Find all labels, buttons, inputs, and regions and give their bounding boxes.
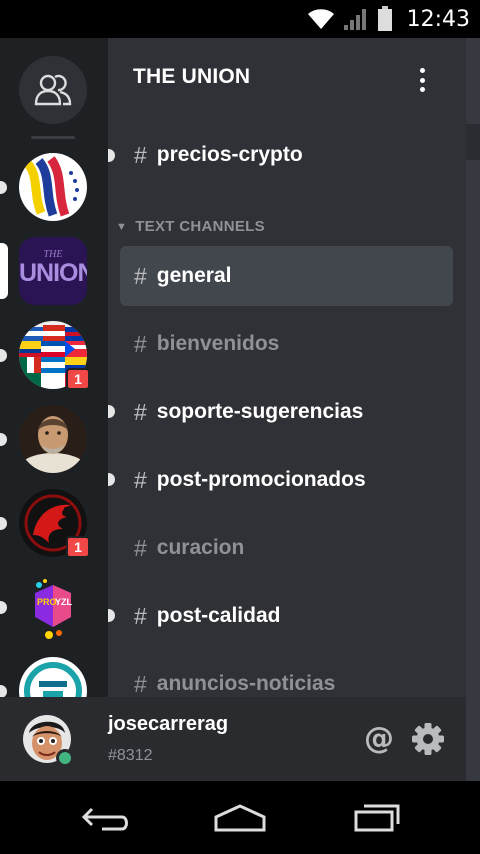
unread-indicator [0,601,7,614]
notification-badge: 1 [66,368,90,390]
hash-icon: # [134,670,147,697]
unread-indicator [0,433,7,446]
hash-icon: # [134,262,147,289]
guild-logo-text: UNION [19,259,87,287]
gear-icon [412,723,444,755]
username: josecarrerag [108,713,229,735]
channel-post-calidad[interactable]: # post-calidad [120,586,453,646]
channel-name: bienvenidos [156,332,280,355]
settings-button[interactable] [410,721,446,757]
guild-venezuela-flag[interactable] [19,153,87,221]
channel-name: curacion [156,536,245,559]
main-view-header-edge [466,124,480,160]
channel-curacion[interactable]: # curacion [120,518,453,578]
category-text-channels[interactable]: ▼ TEXT CHANNELS [116,218,265,235]
channel-name: soporte-sugerencias [156,400,364,423]
home-button[interactable] [210,801,270,835]
home-icon [214,804,266,832]
chevron-down-icon: ▼ [116,220,128,233]
proyzl-logo-icon [35,579,71,639]
clock: 12:43 [406,6,470,32]
channel-panel: THE UNION # precios-crypto ▼ TEXT CHANNE… [108,38,466,697]
battery-icon [377,6,392,31]
selected-guild-indicator [0,243,8,299]
guild-rail: THE UNION 1 1 PRO YZL [0,38,108,697]
guild-the-union[interactable]: THE UNION [19,237,87,305]
channel-name: post-calidad [156,604,281,627]
venezuela-flag-icon [19,153,87,221]
guild-portrait[interactable] [19,405,87,473]
category-label: TEXT CHANNELS [135,218,265,235]
hash-icon: # [134,398,147,425]
channel-name: general [156,264,232,287]
user-discriminator: #8312 [108,747,153,764]
guild-logo-text: YZL [55,597,72,607]
signal-icon [343,9,366,30]
hash-icon: # [134,330,147,357]
teal-logo-icon [24,662,82,697]
channel-general[interactable]: # general [120,246,453,306]
back-button[interactable] [76,801,136,835]
user-bar: josecarrerag #8312 @ [0,697,466,781]
system-nav-bar [0,781,480,854]
unread-indicator [0,349,7,362]
channel-anuncios-noticias[interactable]: # anuncios-noticias [120,654,453,697]
rail-separator [31,136,75,139]
guild-name: THE UNION [133,65,251,88]
hash-icon: # [134,466,147,493]
unread-indicator [108,149,115,162]
online-status-indicator [56,749,74,767]
channel-bienvenidos[interactable]: # bienvenidos [120,314,453,374]
unread-indicator [108,609,115,622]
channel-name: precios-crypto [156,143,303,166]
recents-button[interactable] [346,801,406,835]
recents-icon [354,804,400,832]
channel-soporte-sugerencias[interactable]: # soporte-sugerencias [120,382,453,442]
channel-name: post-promocionados [156,468,366,491]
hash-icon: # [134,534,147,561]
channel-name: anuncios-noticias [156,672,336,695]
wifi-icon [307,9,334,29]
guild-teal-logo[interactable] [19,657,87,697]
back-icon [81,807,128,831]
portrait-icon [19,405,87,473]
notification-badge: 1 [66,536,90,558]
hash-icon: # [134,602,147,629]
channel-precios-crypto[interactable]: # precios-crypto [120,125,453,185]
unread-indicator [108,473,115,486]
guild-logo-text-top: PRO [37,597,57,607]
mentions-button[interactable]: @ [364,721,394,756]
unread-indicator [0,517,7,530]
guild-proyzl[interactable]: PRO YZL [19,573,87,641]
unread-indicator [0,181,7,194]
direct-messages-button[interactable] [19,56,87,124]
status-bar: 12:43 [0,0,480,38]
main-view-edge[interactable] [466,38,480,781]
channel-post-promocionados[interactable]: # post-promocionados [120,450,453,510]
unread-indicator [108,405,115,418]
hash-icon: # [134,141,147,168]
kebab-menu-icon[interactable] [414,66,430,94]
friends-icon [34,74,72,106]
unread-indicator [0,685,7,697]
guild-header[interactable]: THE UNION [108,38,466,118]
